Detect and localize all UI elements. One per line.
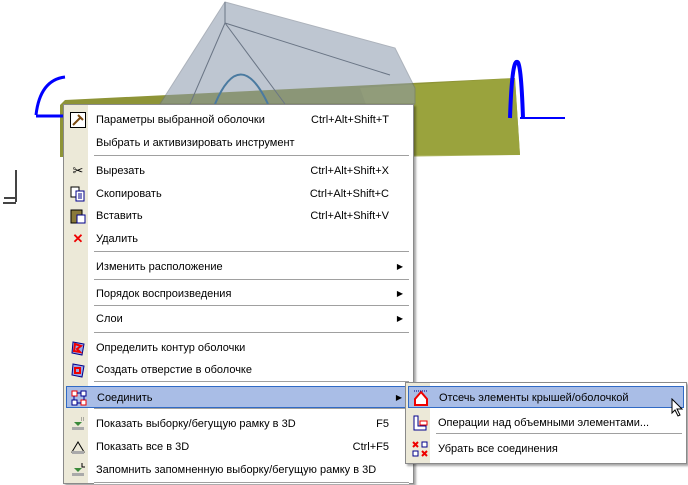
menu-item-shortcut: Ctrl+Alt+Shift+T [311, 114, 389, 126]
paste-icon [70, 208, 86, 224]
menu-item-shortcut: Ctrl+Alt+Shift+X [310, 165, 389, 177]
menu-item-параметры-выбранной-оболочки[interactable]: Параметры выбранной оболочки Ctrl+Alt+Shi… [66, 109, 411, 131]
menu-item-запомнить-запомненную-выборку-бегущую-рамку-в-3d[interactable]: Запомнить запомненную выборку/бегущую ра… [66, 459, 411, 481]
menu-item-shortcut: Ctrl+Alt+Shift+C [309, 188, 389, 200]
menu-item-label: Удалить [96, 233, 138, 245]
scissors-icon: ✂ [72, 163, 84, 178]
connect-icon [71, 390, 87, 406]
menu-item-label: Создать отверстие в оболочке [96, 364, 252, 376]
menu-separator [94, 155, 409, 157]
menu-item-изменить-расположение[interactable]: Изменить расположение ▶ [66, 256, 411, 278]
menu-separator [94, 305, 409, 307]
solid-operations-icon [412, 415, 428, 431]
menu-separator [94, 279, 409, 281]
menu-item-label: Слои [96, 313, 123, 325]
submenu-arrow-icon: ▶ [396, 314, 403, 323]
menu-item-shortcut: F5 [376, 418, 389, 430]
menu-item-вырезать[interactable]: ✂ Вырезать Ctrl+Alt+Shift+X [66, 160, 411, 182]
connect-submenu: Отсечь элементы крышей/оболочкой Операции… [405, 382, 687, 464]
mouse-cursor-icon [671, 398, 684, 417]
menu-item-убрать-все-соединения[interactable]: Убрать все соединения [408, 438, 684, 460]
trim-roof-icon [413, 390, 429, 406]
menu-item-shortcut: Ctrl+F5 [352, 441, 389, 453]
show-3d-selection-icon [70, 416, 86, 432]
menu-item-label: Соединить [97, 392, 153, 404]
menu-separator [94, 482, 409, 484]
menu-item-удалить[interactable]: ✕ Удалить [66, 228, 411, 250]
delete-icon: ✕ [72, 231, 84, 246]
menu-item-label: Запомнить запомненную выборку/бегущую ра… [96, 464, 377, 476]
shell-settings-icon [70, 112, 86, 128]
menu-item-label: Убрать все соединения [438, 443, 558, 455]
menu-item-label: Показать выборку/бегущую рамку в 3D [96, 418, 296, 430]
context-menu: Параметры выбранной оболочки Ctrl+Alt+Shi… [63, 104, 414, 484]
menu-item-вставить[interactable]: Вставить Ctrl+Alt+Shift+V [66, 205, 411, 227]
menu-item-label: Выбрать и активизировать инструмент [96, 137, 295, 149]
show-all-3d-icon [70, 439, 86, 455]
menu-item-label: Вырезать [96, 165, 145, 177]
menu-item-label: Изменить расположение [96, 261, 223, 273]
menu-item-отсечь-элементы-крышей-оболочкой[interactable]: Отсечь элементы крышей/оболочкой [408, 386, 684, 408]
menu-item-показать-все-в-3d[interactable]: Показать все в 3D Ctrl+F5 [66, 436, 411, 458]
menu-item-скопировать[interactable]: Скопировать Ctrl+Alt+Shift+C [66, 183, 411, 205]
menu-item-выбрать-и-активизировать-инструмент[interactable]: Выбрать и активизировать инструмент [66, 132, 411, 154]
menu-separator [94, 332, 409, 334]
shell-hole-icon [70, 362, 86, 378]
menu-item-соединить[interactable]: Соединить ▶ [66, 386, 411, 408]
menu-item-label: Скопировать [96, 188, 162, 200]
menu-item-слои[interactable]: Слои ▶ [66, 308, 411, 330]
submenu-arrow-icon: ▶ [396, 262, 403, 271]
menu-item-показать-выборку-бегущую-рамку-в-3d[interactable]: Показать выборку/бегущую рамку в 3D F5 [66, 413, 411, 435]
remove-connections-icon [412, 441, 428, 457]
menu-item-порядок-воспроизведения[interactable]: Порядок воспроизведения ▶ [66, 283, 411, 305]
submenu-arrow-icon: ▶ [395, 393, 402, 402]
menu-item-label: Отсечь элементы крышей/оболочкой [439, 392, 629, 404]
remember-3d-selection-icon [70, 462, 86, 478]
menu-item-label: Определить контур оболочки [96, 342, 246, 354]
menu-item-label: Вставить [96, 210, 143, 222]
ucs-marker [3, 170, 17, 204]
menu-item-создать-отверстие-в-оболочке[interactable]: Создать отверстие в оболочке [66, 359, 411, 381]
menu-item-операции-над-объемными-элементами[interactable]: Операции над объемными элементами... [408, 412, 684, 434]
menu-separator [94, 381, 409, 383]
menu-item-label: Порядок воспроизведения [96, 288, 232, 300]
roof-transparent [159, 1, 416, 105]
copy-icon [70, 186, 86, 202]
menu-item-label: Параметры выбранной оболочки [96, 114, 265, 126]
submenu-arrow-icon: ▶ [396, 289, 403, 298]
menu-separator [94, 251, 409, 253]
menu-item-label: Показать все в 3D [96, 441, 190, 453]
menu-item-shortcut: Ctrl+Alt+Shift+V [310, 210, 389, 222]
menu-item-определить-контур-оболочки[interactable]: Определить контур оболочки [66, 337, 411, 359]
shell-contour-icon [70, 340, 86, 356]
menu-item-label: Операции над объемными элементами... [438, 417, 650, 429]
